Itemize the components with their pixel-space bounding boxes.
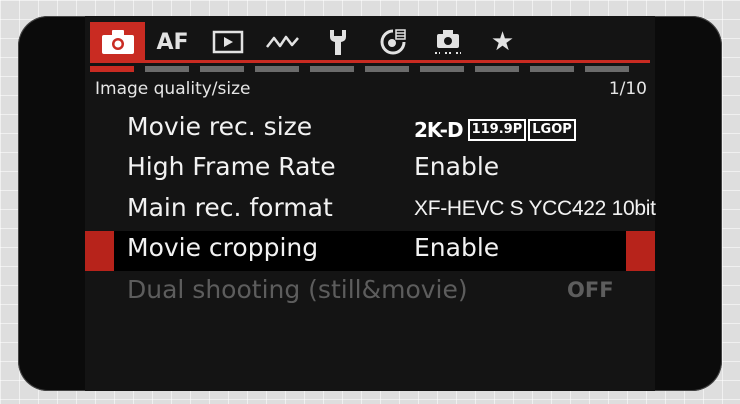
menu-item-label: High Frame Rate — [127, 152, 336, 181]
page-bar — [475, 66, 519, 72]
menu-item-dual-shooting: Dual shooting (still&movie) OFF — [85, 273, 655, 313]
page-bar — [145, 66, 189, 72]
tab-setup[interactable] — [310, 22, 365, 62]
tab-custom-mode[interactable] — [420, 22, 475, 62]
frame-rate-badge: 119.9P — [467, 119, 527, 141]
tab-underline — [90, 60, 650, 63]
page-bar — [200, 66, 244, 72]
wireless-icon — [265, 35, 299, 48]
tab-af[interactable]: AF — [145, 22, 200, 62]
camera-icon — [101, 30, 134, 54]
menu-item-value: Enable — [414, 152, 500, 181]
tab-custom-functions[interactable] — [365, 22, 420, 62]
menu-item-movie-cropping[interactable]: Movie cropping Enable — [85, 231, 655, 271]
page-bar — [530, 66, 574, 72]
section-title: Image quality/size — [95, 79, 251, 99]
menu-item-label: Main rec. format — [127, 193, 333, 222]
menu-item-label: Movie rec. size — [127, 112, 313, 141]
codec-badge: LGOP — [528, 119, 576, 141]
page-number: 1/10 — [608, 79, 647, 99]
star-icon: ★ — [490, 27, 515, 57]
menu-item-label: Movie cropping — [127, 233, 319, 262]
page-bar — [310, 66, 354, 72]
tab-my-menu[interactable]: ★ — [475, 22, 530, 62]
resolution-badge: 2K-D — [414, 118, 464, 142]
wrench-icon — [329, 30, 346, 55]
menu-item-value: Enable — [414, 233, 500, 262]
page-indicator — [90, 66, 650, 72]
menu-item-value: XF-HEVC S YCC422 10bit — [414, 197, 656, 220]
custom-functions-icon — [380, 29, 406, 55]
custom-mode-icon — [434, 30, 461, 54]
page-bar — [585, 66, 629, 72]
playback-icon — [212, 30, 243, 54]
page-bar — [365, 66, 409, 72]
menu-item-label: Dual shooting (still&movie) — [127, 275, 468, 304]
camera-screen: AF ★ Image quality/size 1/10 Movie rec. … — [18, 16, 722, 391]
tab-wireless[interactable] — [255, 22, 310, 62]
menu-tabs: AF ★ — [90, 22, 650, 62]
menu-item-main-rec-format[interactable]: Main rec. format XF-HEVC S YCC422 10bit — [85, 191, 656, 231]
tab-shooting[interactable] — [90, 22, 145, 62]
tab-af-label: AF — [156, 29, 189, 55]
menu-item-value: OFF — [567, 278, 614, 302]
movie-rec-size-value: 2K-D 119.9P LGOP — [414, 118, 576, 142]
tab-playback[interactable] — [200, 22, 255, 62]
page-bar — [90, 66, 134, 72]
menu-item-movie-rec-size[interactable]: Movie rec. size 2K-D 119.9P LGOP — [85, 110, 655, 150]
page-bar — [420, 66, 464, 72]
menu-item-high-frame-rate[interactable]: High Frame Rate Enable — [85, 150, 655, 190]
page-bar — [255, 66, 299, 72]
